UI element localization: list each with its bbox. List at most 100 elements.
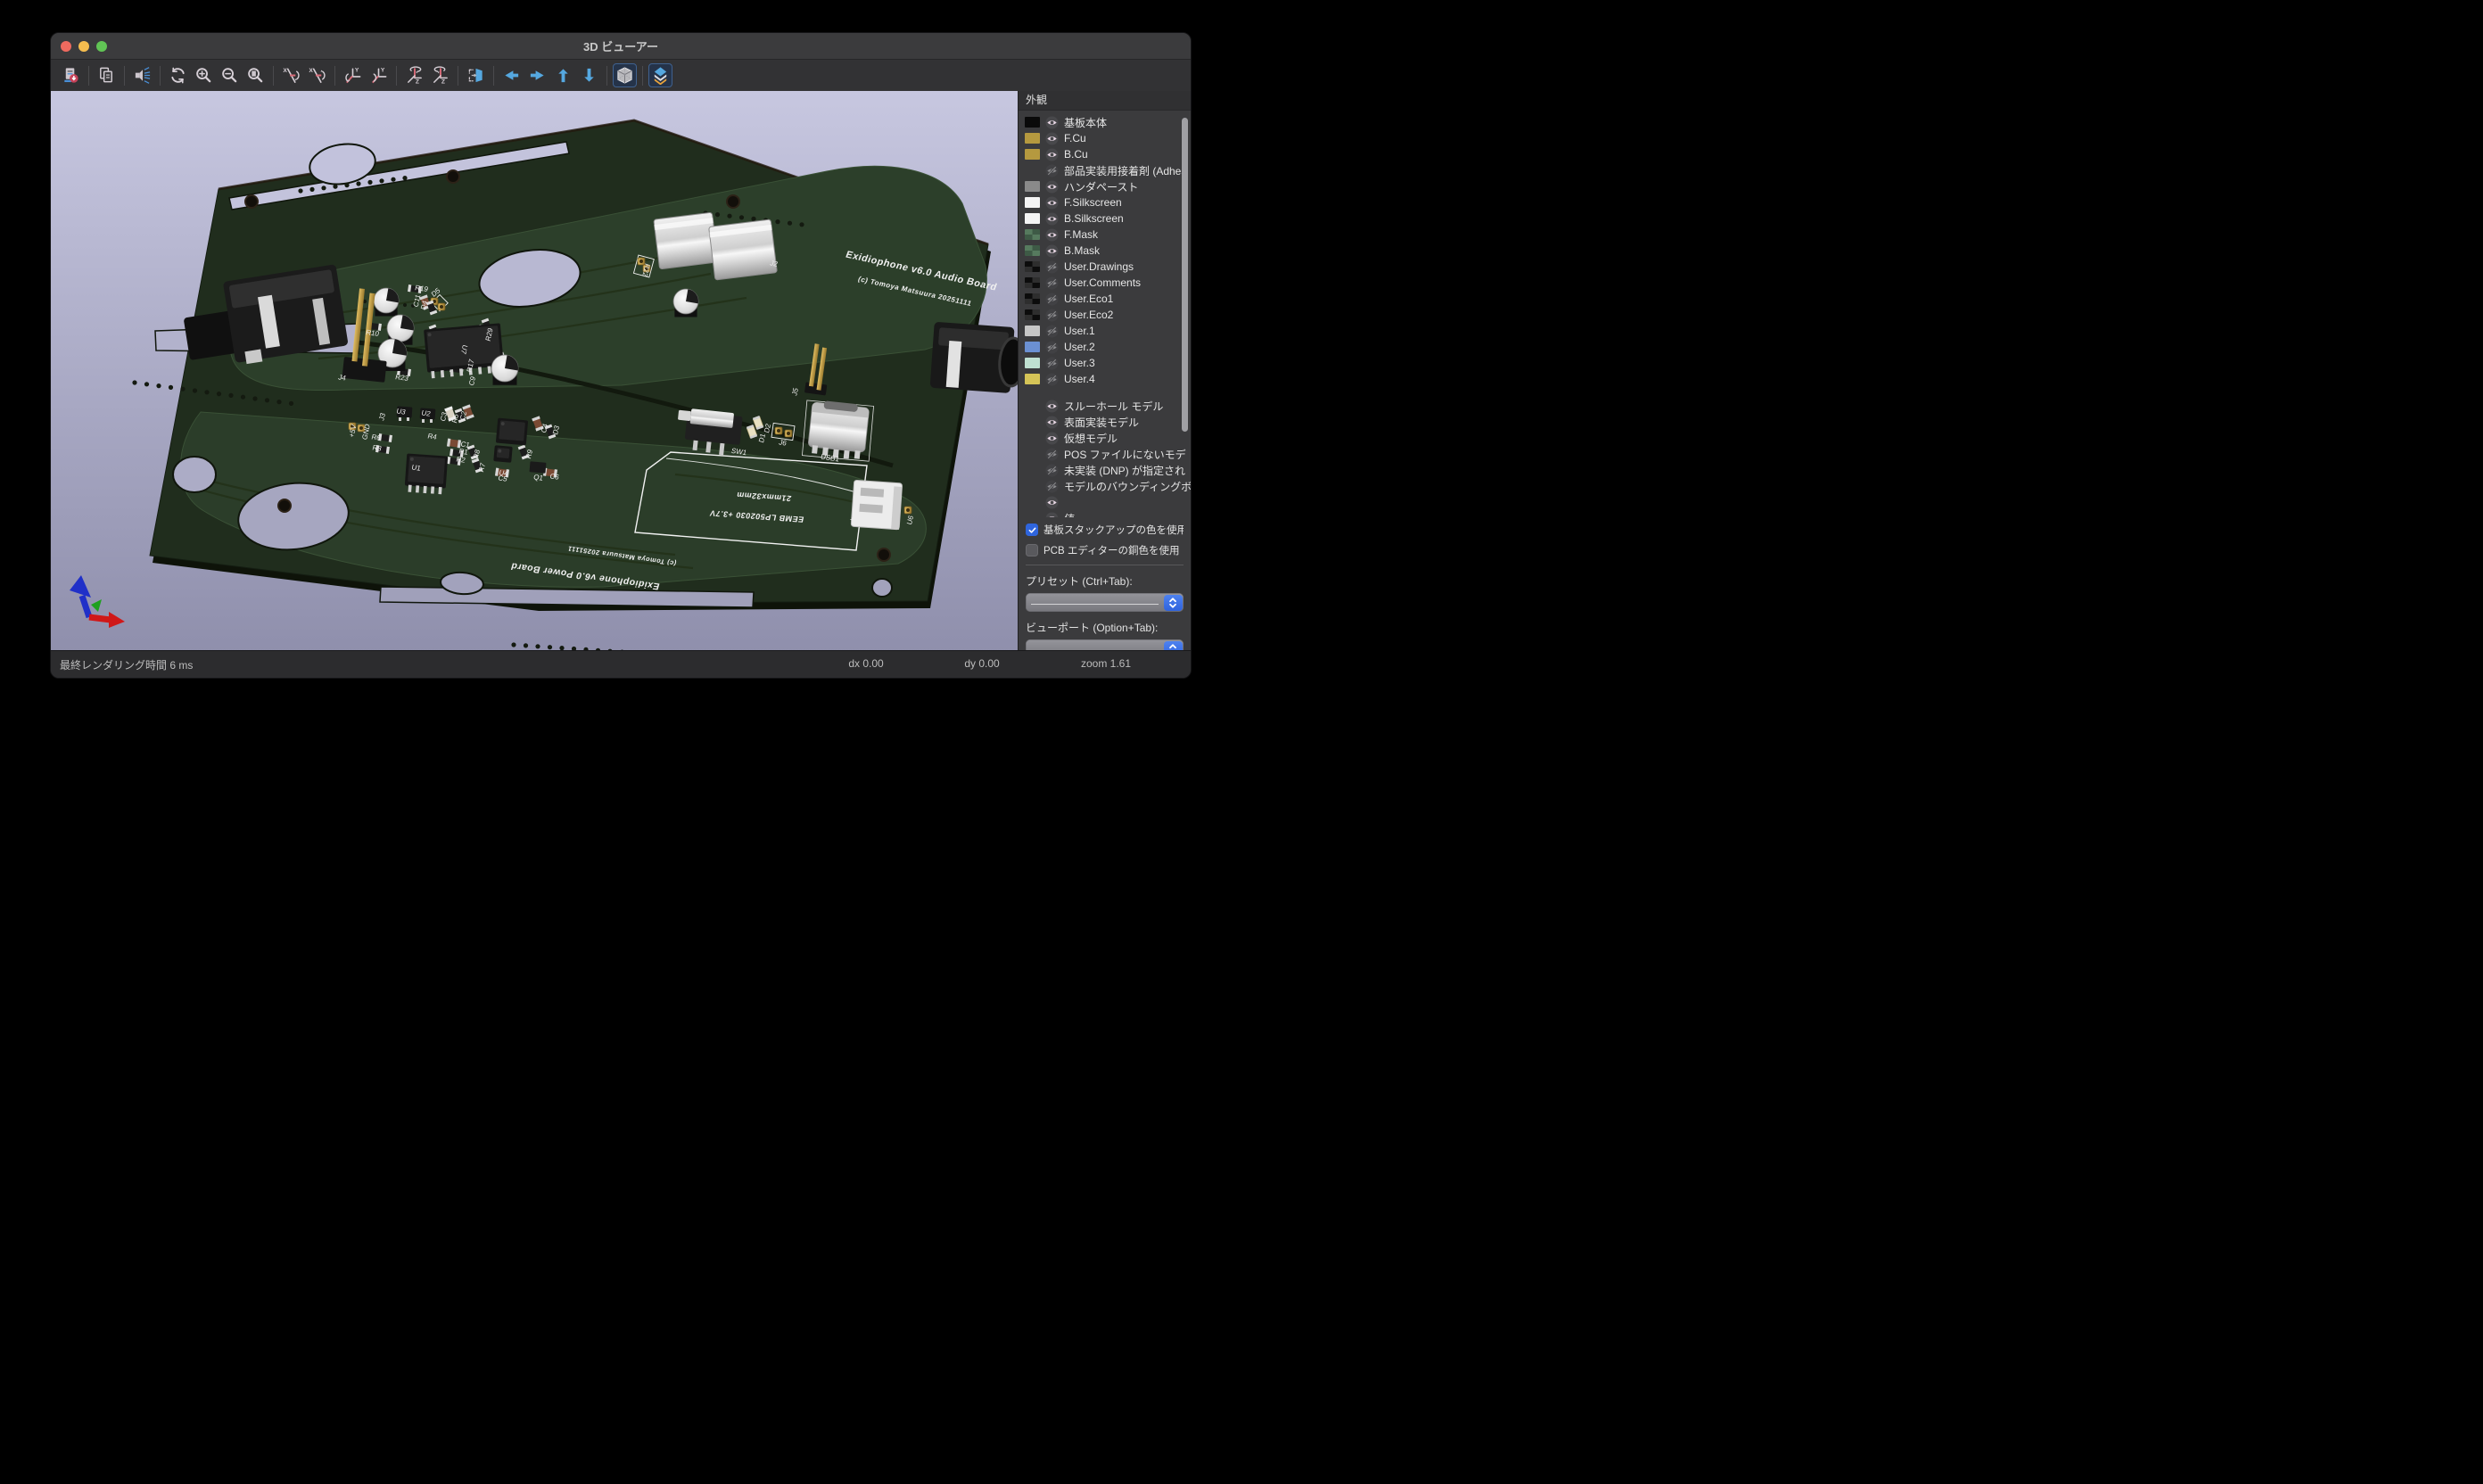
visibility-eye-off-icon[interactable] [1045, 373, 1059, 386]
layer-color-swatch[interactable] [1025, 326, 1040, 336]
visibility-eye-icon[interactable] [1045, 212, 1059, 226]
visibility-eye-icon[interactable] [1045, 180, 1059, 194]
layer-view-button[interactable] [648, 63, 672, 87]
visibility-eye-icon[interactable] [1045, 196, 1059, 210]
layer-color-swatch[interactable] [1025, 374, 1040, 384]
layer-row[interactable]: User.2 [1019, 339, 1191, 355]
layer-color-swatch[interactable] [1025, 117, 1040, 128]
model-row[interactable]: 仮想モデル [1019, 430, 1191, 446]
layer-color-swatch[interactable] [1025, 245, 1040, 256]
layer-color-swatch[interactable] [1025, 229, 1040, 240]
model-row[interactable]: スルーホール モデル [1019, 398, 1191, 414]
layer-color-swatch[interactable] [1025, 181, 1040, 192]
rotate-z-cw-button[interactable]: Z [428, 63, 452, 87]
layer-color-swatch[interactable] [1025, 197, 1040, 208]
reload-board-button[interactable] [59, 63, 83, 87]
visibility-eye-icon[interactable] [1045, 228, 1059, 242]
zoom-out-button[interactable] [218, 63, 242, 87]
layer-row[interactable]: ハンダペースト [1019, 178, 1191, 194]
visibility-eye-off-icon[interactable] [1045, 464, 1059, 477]
layer-row[interactable]: F.Silkscreen [1019, 194, 1191, 210]
checkbox-checked-icon[interactable] [1026, 524, 1038, 536]
visibility-eye-icon[interactable] [1045, 496, 1059, 509]
rotate-y-ccw-button[interactable]: Y [341, 63, 365, 87]
layer-row[interactable]: 基板本体 [1019, 114, 1191, 130]
model-row[interactable] [1019, 494, 1191, 510]
visibility-eye-off-icon[interactable] [1045, 480, 1059, 493]
pan-down-button[interactable] [577, 63, 601, 87]
model-row[interactable]: POS ファイルにないモデ [1019, 446, 1191, 462]
3d-viewport[interactable]: Exidiophone v6.0 Audio Board(c) Tomoya M… [51, 91, 1018, 650]
visibility-eye-icon[interactable] [1045, 416, 1059, 429]
visibility-eye-off-icon[interactable] [1045, 448, 1059, 461]
layer-row[interactable]: User.4 [1019, 371, 1191, 387]
preset-stepper-icon[interactable] [1164, 595, 1183, 611]
layer-color-swatch[interactable] [1025, 213, 1040, 224]
raytracing-button[interactable] [130, 63, 154, 87]
checkbox-unchecked-icon[interactable] [1026, 544, 1038, 556]
layer-row[interactable]: User.1 [1019, 323, 1191, 339]
pan-left-button[interactable] [499, 63, 524, 87]
model-row[interactable]: 値 [1019, 510, 1191, 517]
visibility-eye-off-icon[interactable] [1045, 357, 1059, 370]
layer-row[interactable]: B.Mask [1019, 243, 1191, 259]
layer-color-swatch[interactable] [1025, 149, 1040, 160]
visibility-eye-off-icon[interactable] [1045, 341, 1059, 354]
layer-row[interactable]: F.Cu [1019, 130, 1191, 146]
zoom-in-icon [194, 66, 213, 85]
model-label: モデルのバウンディングボ [1064, 479, 1191, 494]
visibility-eye-off-icon[interactable] [1045, 325, 1059, 338]
layer-row[interactable]: B.Cu [1019, 146, 1191, 162]
option-checkbox-row[interactable]: PCB エディターの銅色を使用 [1026, 543, 1184, 557]
layer-row[interactable]: User.Eco1 [1019, 291, 1191, 307]
visibility-eye-off-icon[interactable] [1045, 276, 1059, 290]
pan-right-button[interactable] [525, 63, 549, 87]
layer-color-swatch[interactable] [1025, 133, 1040, 144]
model-label: スルーホール モデル [1064, 399, 1163, 414]
layer-color-swatch[interactable] [1025, 358, 1040, 368]
pan-down-icon [580, 66, 598, 85]
visibility-eye-off-icon[interactable] [1045, 293, 1059, 306]
option-checkbox-row[interactable]: 基板スタックアップの色を使用 [1026, 523, 1184, 537]
visibility-eye-icon[interactable] [1045, 132, 1059, 145]
layer-scrollbar-thumb[interactable] [1182, 118, 1188, 432]
layer-row[interactable]: F.Mask [1019, 227, 1191, 243]
visibility-eye-off-icon[interactable] [1045, 260, 1059, 274]
layer-color-swatch[interactable] [1025, 261, 1040, 272]
rotate-x-cw-button[interactable]: X [305, 63, 329, 87]
layer-row[interactable]: User.Eco2 [1019, 307, 1191, 323]
reload-board-icon [62, 66, 80, 85]
pan-up-button[interactable] [551, 63, 575, 87]
refresh-view-button[interactable] [166, 63, 190, 87]
visibility-eye-icon[interactable] [1045, 116, 1059, 129]
preset-combobox[interactable] [1026, 593, 1184, 612]
visibility-eye-icon[interactable] [1045, 432, 1059, 445]
layer-color-swatch[interactable] [1025, 342, 1040, 352]
layer-row[interactable]: User.Comments [1019, 275, 1191, 291]
layer-row[interactable]: B.Silkscreen [1019, 210, 1191, 227]
flip-board-button[interactable] [464, 63, 488, 87]
visibility-eye-icon[interactable] [1045, 512, 1059, 518]
layer-color-swatch[interactable] [1025, 277, 1040, 288]
visibility-eye-icon[interactable] [1045, 400, 1059, 413]
layer-color-swatch[interactable] [1025, 293, 1040, 304]
copy-image-button[interactable] [95, 63, 119, 87]
layer-row[interactable]: User.3 [1019, 355, 1191, 371]
visibility-eye-off-icon[interactable] [1045, 164, 1059, 177]
model-row[interactable]: 表面実装モデル [1019, 414, 1191, 430]
visibility-eye-icon[interactable] [1045, 148, 1059, 161]
zoom-fit-button[interactable] [243, 63, 268, 87]
model-row[interactable]: 未実装 (DNP) が指定され [1019, 462, 1191, 478]
titlebar[interactable]: 3D ビューアー [51, 33, 1191, 60]
visibility-eye-off-icon[interactable] [1045, 309, 1059, 322]
visibility-eye-icon[interactable] [1045, 244, 1059, 258]
rotate-x-ccw-button[interactable]: X [279, 63, 303, 87]
layer-row[interactable]: 部品実装用接着剤 (Adhes [1019, 162, 1191, 178]
zoom-in-button[interactable] [192, 63, 216, 87]
rotate-y-cw-button[interactable]: Y [367, 63, 391, 87]
rotate-z-ccw-button[interactable]: Z [402, 63, 426, 87]
layer-row[interactable]: User.Drawings [1019, 259, 1191, 275]
orthographic-view-button[interactable] [613, 63, 637, 87]
layer-color-swatch[interactable] [1025, 309, 1040, 320]
model-row[interactable]: モデルのバウンディングボ [1019, 478, 1191, 494]
